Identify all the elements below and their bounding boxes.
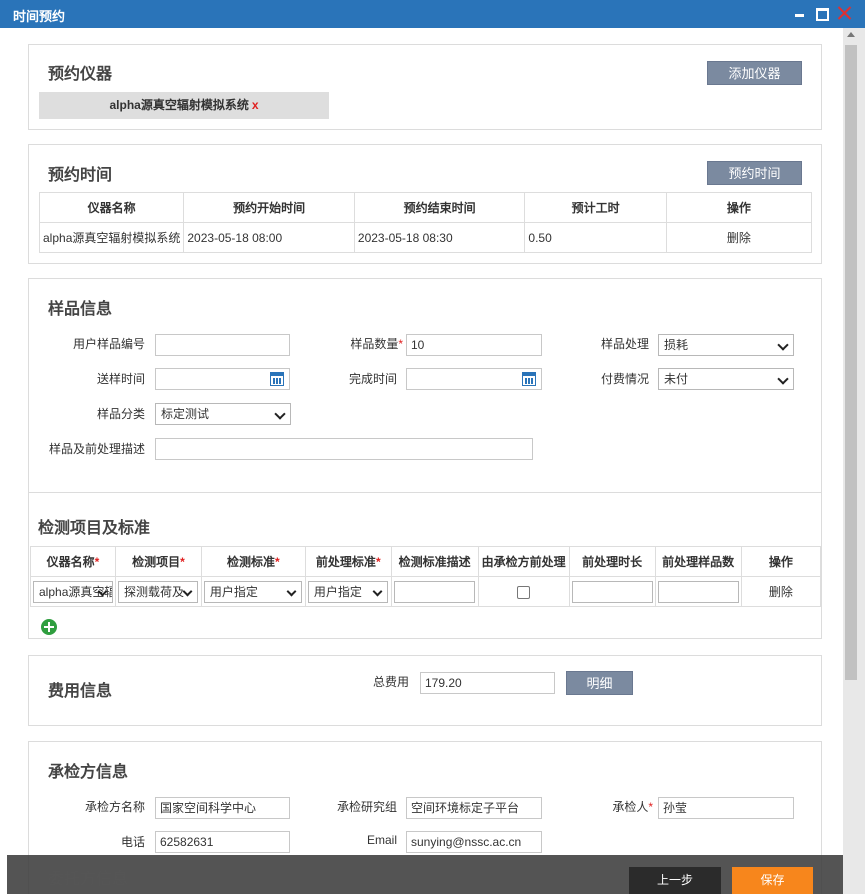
sample-quantity-input[interactable]: 10 bbox=[406, 334, 542, 356]
row-pre-process-checkbox[interactable] bbox=[517, 585, 531, 599]
row-pre-standard-select[interactable]: 用户指定 bbox=[307, 580, 388, 603]
row-pre-process-duration-input[interactable] bbox=[571, 580, 653, 603]
instrument-section-title: 预约仪器 bbox=[48, 66, 113, 83]
user-sample-no-input[interactable] bbox=[155, 334, 290, 356]
payment-label: 付费情况 bbox=[600, 372, 649, 386]
previous-step-button[interactable]: 上一步 bbox=[629, 867, 721, 894]
column-header: 操作 bbox=[665, 192, 813, 223]
booking-hours: 0.50 bbox=[524, 222, 667, 253]
add-row-icon[interactable] bbox=[41, 619, 57, 635]
row-pre-process-count-input[interactable] bbox=[657, 580, 739, 603]
column-header: 预约结束时间 bbox=[353, 192, 526, 223]
book-time-button[interactable]: 预约时间 bbox=[707, 161, 802, 185]
maximize-icon[interactable] bbox=[813, 4, 829, 22]
fee-detail-button[interactable]: 明细 bbox=[566, 671, 633, 695]
column-header: 前处理时长 bbox=[568, 546, 656, 577]
email-input[interactable]: sunying@nssc.ac.cn bbox=[406, 831, 542, 853]
sample-handling-label: 样品处理 bbox=[600, 337, 649, 351]
inspector-group-label: 承检研究组 bbox=[336, 800, 397, 814]
column-header: 前处理样品数 bbox=[654, 546, 742, 577]
row-standard-description-input[interactable] bbox=[393, 580, 475, 603]
calendar-icon[interactable] bbox=[270, 372, 284, 386]
finish-time-input[interactable] bbox=[406, 368, 542, 390]
footer-bar: 委托方信息 上一步 保存 bbox=[7, 855, 843, 894]
column-header: 由承检方前处理 bbox=[477, 546, 570, 577]
send-time-label: 送样时间 bbox=[96, 372, 145, 386]
selected-instrument-name: alpha源真空辐射模拟系统 bbox=[109, 98, 249, 112]
instrument-panel: 预约仪器 添加仪器 alpha源真空辐射模拟系统 x bbox=[28, 44, 822, 130]
email-label: Email bbox=[366, 833, 397, 847]
column-header: 预计工时 bbox=[524, 192, 667, 223]
dialog-content: 预约仪器 添加仪器 alpha源真空辐射模拟系统 x 预约时间 预约时间 仪器名称… bbox=[0, 28, 843, 894]
row-standard-select[interactable]: 用户指定 bbox=[203, 580, 302, 603]
booking-delete-link[interactable]: 删除 bbox=[665, 222, 813, 253]
column-header: 仪器名称* bbox=[30, 546, 116, 577]
payment-select[interactable]: 未付 bbox=[658, 368, 794, 390]
test-table-header: 仪器名称* 检测项目* 检测标准* 前处理标准* 检测标准描述 由承检方前处理 … bbox=[30, 546, 822, 577]
booking-start: 2023-05-18 08:00 bbox=[183, 222, 355, 253]
booking-table-header: 仪器名称 预约开始时间 预约结束时间 预计工时 操作 bbox=[38, 192, 813, 223]
booking-end: 2023-05-18 08:30 bbox=[353, 222, 526, 253]
booking-table: 仪器名称 预约开始时间 预约结束时间 预计工时 操作 alpha源真空辐射模拟系… bbox=[38, 192, 813, 253]
phone-input[interactable]: 62582631 bbox=[155, 831, 290, 853]
sample-quantity-label: 样品数量* bbox=[350, 337, 403, 351]
selected-instrument-chip: alpha源真空辐射模拟系统 x bbox=[39, 92, 329, 119]
fee-section-title: 费用信息 bbox=[48, 683, 113, 700]
close-icon[interactable] bbox=[835, 4, 851, 22]
column-header: 检测标准描述 bbox=[390, 546, 479, 577]
inspector-person-input[interactable]: 孙莹 bbox=[658, 797, 794, 819]
column-header: 预约开始时间 bbox=[183, 192, 355, 223]
save-button[interactable]: 保存 bbox=[732, 867, 813, 894]
vertical-scrollbar[interactable] bbox=[843, 28, 865, 894]
column-header: 操作 bbox=[740, 546, 822, 577]
column-header: 仪器名称 bbox=[38, 192, 185, 223]
test-section-title: 检测项目及标准 bbox=[38, 520, 151, 537]
send-time-input[interactable] bbox=[155, 368, 290, 390]
row-test-item-select[interactable]: 探测载荷及 bbox=[118, 580, 198, 603]
sample-panel: 样品信息 用户样品编号 样品数量* 10 样品处理 损耗 送样时间 完成时间 付… bbox=[28, 278, 822, 504]
minimize-icon[interactable] bbox=[792, 4, 808, 22]
inspector-org-input[interactable]: 国家空间科学中心 bbox=[155, 797, 290, 819]
table-row: alpha源真空辐射模拟系统 2023-05-18 08:00 2023-05-… bbox=[38, 222, 813, 253]
sample-category-label: 样品分类 bbox=[96, 407, 145, 421]
sample-handling-select[interactable]: 损耗 bbox=[658, 334, 794, 356]
calendar-icon[interactable] bbox=[522, 372, 536, 386]
total-fee-input[interactable]: 179.20 bbox=[420, 672, 555, 694]
inspector-person-label: 承检人* bbox=[612, 800, 653, 814]
test-items-table: 仪器名称* 检测项目* 检测标准* 前处理标准* 检测标准描述 由承检方前处理 … bbox=[30, 546, 822, 607]
inspector-group-input[interactable]: 空间环境标定子平台 bbox=[406, 797, 542, 819]
remove-instrument-icon[interactable]: x bbox=[252, 98, 259, 112]
column-header: 检测标准* bbox=[200, 546, 306, 577]
finish-time-label: 完成时间 bbox=[348, 372, 397, 386]
sample-description-input[interactable] bbox=[155, 438, 533, 460]
window-title: 时间预约 bbox=[13, 9, 66, 24]
scroll-up-icon[interactable] bbox=[847, 32, 855, 37]
time-panel: 预约时间 预约时间 仪器名称 预约开始时间 预约结束时间 预计工时 操作 alp… bbox=[28, 144, 822, 264]
row-instrument-select[interactable]: alpha源真空辐射模拟系统 bbox=[33, 580, 113, 603]
row-delete-link[interactable]: 删除 bbox=[740, 576, 822, 607]
window-titlebar: 时间预约 bbox=[0, 0, 865, 28]
inspector-section-title: 承检方信息 bbox=[48, 764, 129, 781]
add-instrument-button[interactable]: 添加仪器 bbox=[707, 61, 802, 85]
table-row: alpha源真空辐射模拟系统 探测载荷及 用户指定 用户指定 删除 bbox=[30, 576, 822, 607]
total-fee-label: 总费用 bbox=[372, 675, 409, 689]
phone-label: 电话 bbox=[120, 835, 145, 849]
column-header: 前处理标准* bbox=[304, 546, 392, 577]
sample-category-select[interactable]: 标定测试 bbox=[155, 403, 291, 425]
scrollbar-thumb[interactable] bbox=[845, 45, 857, 680]
time-section-title: 预约时间 bbox=[48, 167, 113, 184]
required-mark: * bbox=[398, 337, 403, 351]
user-sample-no-label: 用户样品编号 bbox=[72, 337, 145, 351]
sample-section-title: 样品信息 bbox=[48, 301, 113, 318]
test-panel: 检测项目及标准 仪器名称* 检测项目* 检测标准* 前处理标准* 检测标准描述 … bbox=[28, 492, 822, 639]
booking-instrument: alpha源真空辐射模拟系统 bbox=[38, 222, 185, 253]
inspector-org-label: 承检方名称 bbox=[84, 800, 145, 814]
sample-description-label: 样品及前处理描述 bbox=[48, 442, 145, 456]
fee-panel: 费用信息 总费用 179.20 明细 bbox=[28, 655, 822, 726]
client-section-title: 委托方信息 bbox=[48, 871, 129, 888]
column-header: 检测项目* bbox=[115, 546, 202, 577]
